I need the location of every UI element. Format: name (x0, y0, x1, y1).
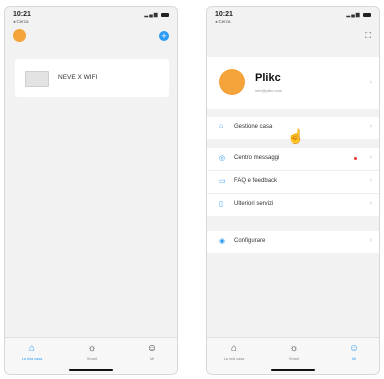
phone-profile-screen: 10:21 ◂ Cerca ▂▄▆ ⛶ Plikc info@plikc.com… (206, 6, 380, 375)
message-icon: ◎ (219, 155, 226, 162)
signal-icon: ▂▄▆ (346, 12, 361, 18)
tab-bar: ⌂ La mia casa ☼ Smart ☺ Mi (5, 337, 177, 374)
signal-icon: ▂▄▆ (144, 12, 159, 18)
menu-item-centro-messaggi[interactable]: ◎ Centro messaggi › (207, 148, 379, 171)
device-name: NEVE X WIFI (58, 74, 98, 81)
menu-item-configurare[interactable]: ◉ Configurare › (207, 231, 379, 253)
person-icon: ☺ (348, 343, 360, 354)
back-link[interactable]: ◂ Cerca (215, 19, 231, 25)
menu-item-faq[interactable]: ▭ FAQ e feedback › (207, 171, 379, 194)
settings-icon: ◉ (219, 238, 226, 245)
status-time: 10:21 (13, 11, 31, 18)
home-icon: ⌂ (230, 343, 238, 354)
chevron-right-icon: › (369, 154, 372, 161)
scan-icon[interactable]: ⛶ (365, 31, 371, 41)
feedback-icon: ▭ (219, 178, 226, 185)
home-indicator (69, 369, 113, 371)
menu-group-settings: ◉ Configurare › (207, 231, 379, 253)
status-bar: 10:21 ◂ Cerca ▂▄▆ (207, 7, 379, 27)
menu-item-ulteriori-servizi[interactable]: ▯ Ulteriori servizi › (207, 194, 379, 216)
battery-icon (161, 12, 169, 17)
profile-card[interactable]: Plikc info@plikc.com › (207, 57, 379, 109)
house-icon: ⌂ (219, 123, 224, 130)
tab-home[interactable]: ⌂ La mia casa (12, 342, 52, 361)
battery-icon (363, 12, 371, 17)
chevron-right-icon: › (369, 200, 372, 207)
bookmark-icon: ▯ (219, 201, 223, 208)
tab-me[interactable]: ☺ Mi (132, 342, 172, 361)
tab-smart[interactable]: ☼ Smart (274, 342, 314, 361)
chevron-right-icon: › (369, 79, 372, 86)
add-device-button[interactable]: + (159, 31, 169, 41)
tab-home[interactable]: ⌂ La mia casa (214, 342, 254, 361)
back-link[interactable]: ◂ Cerca (13, 19, 29, 25)
device-card[interactable]: NEVE X WIFI (15, 59, 169, 97)
tab-bar: ⌂ La mia casa ☼ Smart ☺ Mi (207, 337, 379, 374)
system-icons: ▂▄▆ (346, 12, 371, 18)
home-icon: ⌂ (28, 343, 36, 354)
device-thumbnail (25, 71, 49, 87)
chevron-right-icon: › (369, 177, 372, 184)
chevron-right-icon: › (369, 123, 372, 130)
menu-group-info: ◎ Centro messaggi › ▭ FAQ e feedback › ▯… (207, 148, 379, 216)
pointer-hand-icon: ☝ (287, 128, 305, 144)
tab-smart[interactable]: ☼ Smart (72, 342, 112, 361)
system-icons: ▂▄▆ (144, 12, 169, 18)
tab-me[interactable]: ☺ Mi (334, 342, 374, 361)
sun-icon: ☼ (289, 343, 299, 354)
avatar (219, 69, 245, 95)
person-icon: ☺ (146, 343, 158, 354)
status-time: 10:21 (215, 11, 233, 18)
chevron-right-icon: › (369, 237, 372, 244)
phone-home-screen: 10:21 ◂ Cerca ▂▄▆ + NEVE X WIFI ☜ ⌂ La m… (4, 6, 178, 375)
profile-name: Plikc (255, 72, 281, 84)
profile-email: info@plikc.com (255, 88, 283, 93)
home-indicator (271, 369, 315, 371)
home-avatar[interactable] (13, 29, 26, 42)
sun-icon: ☼ (87, 343, 97, 354)
status-bar: 10:21 ◂ Cerca ▂▄▆ (5, 7, 177, 27)
notification-dot (354, 157, 357, 160)
